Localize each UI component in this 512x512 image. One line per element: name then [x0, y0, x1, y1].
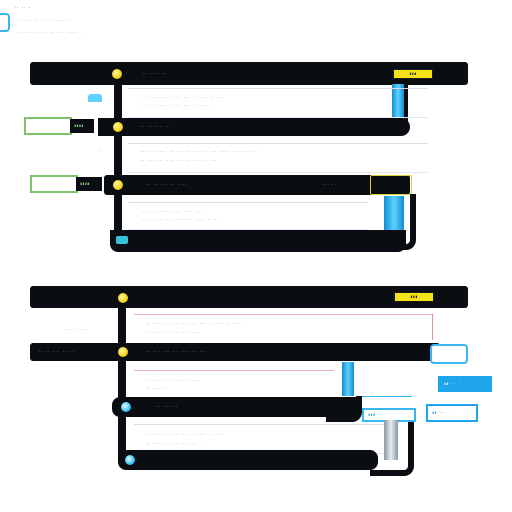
detail-text: ·· ··· ·· ·· ···· ··· ···· ·· ··: [142, 217, 220, 222]
group-b-connector-2: [326, 396, 362, 422]
detail-text: ·· ··· ··: [146, 386, 168, 391]
group-b-connector-3: [370, 422, 414, 476]
group-b-chip-1[interactable]: ▮▮ ·· ·: [438, 376, 492, 392]
group-b-connector-text: ·· ··: [362, 390, 375, 395]
header-subline-2: ··· ···· ·· ·· ··· ·· ···· ·: [14, 30, 82, 35]
timeline-trunk-b: [118, 300, 126, 462]
header-subline-1: ·· ···· ·· ·· ·· ···· ··: [14, 18, 72, 23]
detail-text: ·· ···· ··· ···· ··· ·· ··· ·· ···: [142, 95, 224, 100]
group-a-detail-card-2: ··· ·· ···· ·· ··· ·· ··· ·· ··· ···· ··…: [128, 143, 428, 173]
detail-text: ·· ··· ·· ···· ··· ·· ··· ·· ··· ·· ··· …: [146, 321, 245, 326]
group-a-row-bar-3[interactable]: [110, 230, 406, 252]
group-b-node-icon-1[interactable]: [115, 344, 131, 360]
page-title: ·· ·· ·: [14, 5, 31, 10]
group-b-node-icon-2[interactable]: [118, 399, 134, 415]
group-b-connector-line: [358, 396, 412, 397]
group-a-side-text: ··: [98, 148, 103, 153]
group-a-status-badge: ▮▮▮: [393, 69, 433, 79]
group-b-row-label-1b: ·· ··· ··· ·· ···· ·· ···: [146, 349, 207, 354]
group-a-detail-card-1: ·· ···· ··· ···· ··· ·· ··· ·· ··· ··· ·…: [128, 88, 428, 118]
group-b-status-badge: ▮▮▮: [394, 292, 434, 302]
group-a-row-tag-2: ··· ··: [322, 182, 337, 187]
detail-text: ··· ·· ···· ·· ··· ·· ··· ·· ··· ···· ··…: [140, 149, 261, 154]
group-b-row-bar-3[interactable]: [118, 450, 378, 470]
group-a-side-button-2-tag[interactable]: ▮▮▮▮: [76, 177, 102, 191]
group-b-red-marker: [432, 314, 433, 340]
group-a-node-icon-1[interactable]: [110, 119, 126, 135]
group-a-header-label: ·· ···· ··: [142, 71, 167, 76]
group-a-side-button-1-tag[interactable]: ▮▮▮▮: [70, 119, 94, 133]
group-b-row-bar-2[interactable]: [112, 397, 356, 417]
group-b-side-text: ··· ·· ···: [64, 327, 89, 332]
detail-text: ··· ·· ···· ·· ··· ·· ··· ·· ···: [146, 432, 224, 437]
group-a-side-button-2[interactable]: [30, 175, 78, 193]
group-b-end-node-icon[interactable]: [122, 452, 138, 468]
timeline-trunk-a: [114, 74, 122, 244]
group-b-row-label-1: ·· ·· ··· ·· ··: [38, 349, 75, 354]
drone-icon: [88, 94, 102, 102]
group-a-row-label-2: ·· ·· ··· ·· ····: [146, 182, 187, 187]
group-a-node-icon-2[interactable]: [110, 177, 126, 193]
group-b-edge-chip[interactable]: [430, 344, 468, 364]
group-a-row-outline-2: [370, 175, 412, 195]
group-b-detail-card-2: ··· ·· ··· ···· ·· ··· ·· ··· ··: [134, 370, 334, 398]
detail-text: ··· ·· ···· ·· ··· ···: [146, 330, 199, 335]
group-a-root-node-icon[interactable]: [109, 66, 125, 82]
detail-text: ·· ··· ·· ···· ··· ·· ·: [146, 441, 202, 446]
group-a-row-label-1: ·· ·· ···· ··: [140, 124, 172, 129]
group-b-row-label-2: ·· ··· ··: [156, 404, 178, 409]
detail-text: ··· ·· ··· ·· ·· ··· ·· ····: [142, 103, 210, 108]
group-b-pipe-2: [342, 362, 354, 396]
group-a-detail-card-3: ··· ·· ····· ··· ···· ·· · ·· ··· ·· ·· …: [128, 202, 368, 230]
detail-text: ·· ··· ·· ···· ··· ·· ··· ·· ···: [140, 158, 218, 163]
detail-text: ··· ·· ··· ···· ·· ···: [146, 378, 199, 383]
detail-text: ··· ·· ····· ··· ···· ·· ·: [142, 209, 205, 214]
group-b-root-node-icon[interactable]: [115, 290, 131, 306]
group-b-chip-3[interactable]: ▮▮ ··· ·: [426, 404, 478, 422]
group-a-side-button-1[interactable]: [24, 117, 72, 135]
group-a-end-node-icon[interactable]: [116, 236, 128, 244]
group-b-row-bar-1[interactable]: [30, 343, 440, 361]
group-b-detail-card-1: ·· ··· ·· ···· ··· ·· ··· ·· ··· ·· ··· …: [134, 314, 434, 344]
header-corner-icon[interactable]: [0, 13, 10, 32]
